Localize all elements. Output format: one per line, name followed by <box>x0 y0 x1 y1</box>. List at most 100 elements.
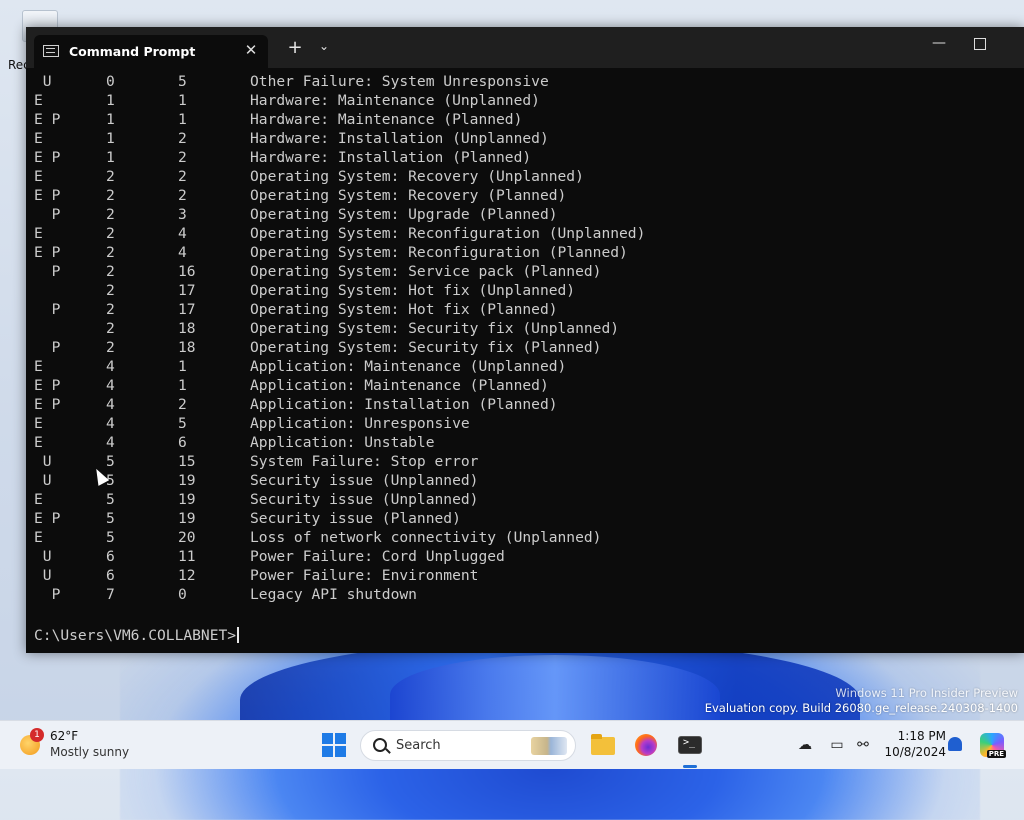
minor-cell: 2 <box>178 149 187 166</box>
console-row: U 6 12 Power Failure: Environment <box>26 567 1024 586</box>
console-row: P 2 17 Operating System: Hot fix (Planned) <box>26 301 1024 320</box>
flags-cell: E P <box>34 244 61 261</box>
windows-logo-icon <box>322 746 333 757</box>
console-row: E P 1 2 Hardware: Installation (Planned) <box>26 149 1024 168</box>
weather-temperature[interactable]: 62°F <box>50 729 78 743</box>
search-icon <box>373 738 387 752</box>
major-cell: 2 <box>106 282 115 299</box>
windows-watermark: Windows 11 Pro Insider Preview Evaluatio… <box>705 686 1018 716</box>
minor-cell: 2 <box>178 187 187 204</box>
chevron-down-icon[interactable]: ⌄ <box>316 39 332 53</box>
new-tab-icon[interactable]: + <box>286 37 304 58</box>
console-row: U 0 5 Other Failure: System Unresponsive <box>26 73 1024 92</box>
reason-cell: Power Failure: Cord Unplugged <box>250 548 505 565</box>
reason-cell: Operating System: Reconfiguration (Unpla… <box>250 225 646 242</box>
major-cell: 2 <box>106 320 115 337</box>
console-row: E 1 1 Hardware: Maintenance (Unplanned) <box>26 92 1024 111</box>
minor-cell: 17 <box>178 282 196 299</box>
major-cell: 5 <box>106 453 115 470</box>
reason-cell: Application: Maintenance (Planned) <box>250 377 549 394</box>
major-cell: 7 <box>106 586 115 603</box>
major-cell: 1 <box>106 130 115 147</box>
minor-cell: 1 <box>178 358 187 375</box>
taskbar: 1 62°F Mostly sunny Search ☁ ▭ ⚯ 1:18 PM… <box>0 720 1024 769</box>
flags-cell: U <box>34 548 52 565</box>
minor-cell: 1 <box>178 111 187 128</box>
start-button[interactable] <box>322 733 346 757</box>
text-caret <box>237 627 240 643</box>
minor-cell: 2 <box>178 396 187 413</box>
copilot-icon[interactable]: PRE <box>980 733 1006 758</box>
minor-cell: 2 <box>178 168 187 185</box>
minor-cell: 16 <box>178 263 196 280</box>
firefox-icon[interactable] <box>632 731 660 759</box>
console-row: E 4 5 Application: Unresponsive <box>26 415 1024 434</box>
reason-cell: Security issue (Unplanned) <box>250 472 479 489</box>
command-prompt-line[interactable]: C:\Users\VM6.COLLABNET> <box>34 627 240 644</box>
flags-cell: E <box>34 358 43 375</box>
console-row: E P 1 1 Hardware: Maintenance (Planned) <box>26 111 1024 130</box>
flags-cell: P <box>34 301 61 318</box>
minimize-icon[interactable]: — <box>926 35 952 57</box>
flags-cell: E P <box>34 111 61 128</box>
flags-cell: E P <box>34 377 61 394</box>
major-cell: 6 <box>106 548 115 565</box>
notification-bell-icon[interactable] <box>948 737 962 751</box>
windows-logo-icon <box>322 733 333 744</box>
major-cell: 2 <box>106 225 115 242</box>
reason-cell: Operating System: Upgrade (Planned) <box>250 206 558 223</box>
prompt-text: C:\Users\VM6.COLLABNET> <box>34 627 237 644</box>
title-bar[interactable]: Command Prompt ✕ + ⌄ — <box>26 27 1024 68</box>
close-tab-icon[interactable]: ✕ <box>242 41 260 59</box>
minor-cell: 18 <box>178 339 196 356</box>
minor-cell: 17 <box>178 301 196 318</box>
network-icon[interactable]: ⚯ <box>854 737 872 753</box>
console-output[interactable]: U 0 5 Other Failure: System Unresponsive E 1 1… <box>26 73 1024 653</box>
major-cell: 2 <box>106 244 115 261</box>
console-row: U 6 11 Power Failure: Cord Unplugged <box>26 548 1024 567</box>
watermark-build: Evaluation copy. Build 26080.ge_release.… <box>704 701 1018 715</box>
console-row: E P 2 2 Operating System: Recovery (Planned… <box>26 187 1024 206</box>
flags-cell: E <box>34 491 43 508</box>
console-row: P 2 18 Operating System: Security fix (Plan… <box>26 339 1024 358</box>
reason-cell: Hardware: Maintenance (Unplanned) <box>250 92 540 109</box>
minor-cell: 1 <box>178 92 187 109</box>
flags-cell: E <box>34 529 43 546</box>
reason-cell: Operating System: Recovery (Planned) <box>250 187 567 204</box>
minor-cell: 20 <box>178 529 196 546</box>
file-explorer-icon[interactable] <box>589 731 617 759</box>
display-icon[interactable]: ▭ <box>828 737 846 753</box>
cloud-offline-icon[interactable]: ☁ <box>796 737 814 753</box>
terminal-app-icon[interactable] <box>676 731 704 759</box>
flags-cell: E P <box>34 396 61 413</box>
command-prompt-icon <box>43 45 59 57</box>
major-cell: 5 <box>106 510 115 527</box>
console-row: P 2 16 Operating System: Service pack (Plan… <box>26 263 1024 282</box>
copilot-badge: PRE <box>986 750 1006 758</box>
tab-command-prompt[interactable]: Command Prompt ✕ <box>34 35 268 68</box>
clock-date[interactable]: 10/8/2024 <box>880 745 946 759</box>
reason-cell: Hardware: Installation (Planned) <box>250 149 532 166</box>
major-cell: 1 <box>106 149 115 166</box>
console-row: E 2 2 Operating System: Recovery (Unplanned… <box>26 168 1024 187</box>
maximize-icon[interactable] <box>974 38 986 50</box>
minor-cell: 6 <box>178 434 187 451</box>
minor-cell: 1 <box>178 377 187 394</box>
flags-cell: P <box>34 206 61 223</box>
reason-cell: Application: Installation (Planned) <box>250 396 558 413</box>
major-cell: 4 <box>106 434 115 451</box>
console-row: E 4 6 Application: Unstable <box>26 434 1024 453</box>
flags-cell: E <box>34 168 43 185</box>
console-row: 2 18 Operating System: Security fix (Unpla… <box>26 320 1024 339</box>
terminal-window: Command Prompt ✕ + ⌄ — U 0 5 Other Failure:… <box>26 27 1024 653</box>
reason-cell: Power Failure: Environment <box>250 567 479 584</box>
flags-cell: E P <box>34 187 61 204</box>
reason-cell: Other Failure: System Unresponsive <box>250 73 549 90</box>
taskbar-search-box[interactable]: Search <box>360 730 576 761</box>
clock-time[interactable]: 1:18 PM <box>886 729 946 743</box>
reason-cell: Operating System: Security fix (Planned) <box>250 339 602 356</box>
flags-cell: U <box>34 472 52 489</box>
reason-cell: Operating System: Security fix (Unplanne… <box>250 320 620 337</box>
flags-cell: E <box>34 92 43 109</box>
weather-description[interactable]: Mostly sunny <box>50 745 129 759</box>
